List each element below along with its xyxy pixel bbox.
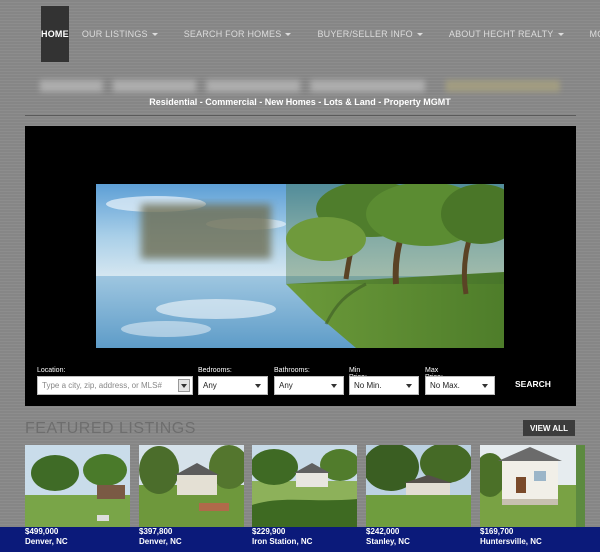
caret-down-icon [557, 32, 564, 36]
min-price-value: No Min. [354, 381, 382, 390]
location-label: Location: [37, 367, 66, 374]
listing-caption-5[interactable]: $169,700 Huntersville, NC [480, 527, 588, 547]
listing-location: Iron Station, NC [252, 537, 313, 546]
nav-home[interactable]: HOME [41, 6, 69, 62]
listing-price: $169,700 [480, 527, 514, 536]
listing-caption-3[interactable]: $229,900 Iron Station, NC [252, 527, 360, 547]
bedrooms-value: Any [203, 381, 217, 390]
chevron-down-icon [331, 384, 337, 388]
nav-our-listings[interactable]: OUR LISTINGS [69, 6, 171, 62]
bathrooms-select[interactable]: Any [274, 376, 344, 395]
max-price-select[interactable]: No Max. [425, 376, 495, 395]
hero-image [96, 184, 504, 348]
nav-search-for-homes[interactable]: SEARCH FOR HOMES [171, 6, 305, 62]
main-nav: HOME OUR LISTINGS SEARCH FOR HOMES BUYER… [41, 6, 600, 62]
divider [25, 115, 576, 116]
featured-listings-title: FEATURED LISTINGS [25, 420, 196, 437]
chevron-down-icon [482, 384, 488, 388]
listing-photo-5[interactable] [480, 445, 585, 527]
nav-more-label: MORE [589, 29, 600, 39]
listing-photo-3[interactable] [252, 445, 357, 527]
chevron-down-icon [255, 384, 261, 388]
location-input[interactable]: Type a city, zip, address, or MLS# [37, 376, 193, 395]
caret-down-icon [285, 32, 292, 36]
search-button[interactable]: SEARCH [515, 379, 551, 389]
tagline: Residential - Commercial - New Homes - L… [149, 97, 451, 107]
listing-photo-1[interactable] [25, 445, 130, 527]
bedrooms-label: Bedrooms: [198, 367, 232, 374]
nav-buyer-seller-info[interactable]: BUYER/SELLER INFO [304, 6, 435, 62]
listing-location: Stanley, NC [366, 537, 410, 546]
view-all-button[interactable]: VIEW ALL [523, 420, 575, 436]
listing-caption-1[interactable]: $499,000 Denver, NC [25, 527, 133, 547]
listing-location: Huntersville, NC [480, 537, 542, 546]
listing-caption-4[interactable]: $242,000 Stanley, NC [366, 527, 474, 547]
min-price-select[interactable]: No Min. [349, 376, 419, 395]
bathrooms-value: Any [279, 381, 293, 390]
nav-our-listings-label: OUR LISTINGS [81, 29, 148, 39]
contact-info-blurred [40, 80, 560, 92]
hero-landscape-image [96, 184, 504, 348]
listing-price: $499,000 [25, 527, 59, 536]
caret-down-icon [151, 32, 158, 36]
max-price-value: No Max. [430, 381, 460, 390]
nav-buyer-seller-info-label: BUYER/SELLER INFO [317, 29, 413, 39]
nav-about-label: ABOUT HECHT REALTY [448, 29, 554, 39]
listing-photo-4[interactable] [366, 445, 471, 527]
nav-search-for-homes-label: SEARCH FOR HOMES [183, 29, 282, 39]
listing-price: $242,000 [366, 527, 400, 536]
listing-caption-2[interactable]: $397,800 Denver, NC [139, 527, 247, 547]
nav-more[interactable]: MORE [577, 6, 600, 62]
nav-home-label: HOME [41, 29, 69, 39]
listing-location: Denver, NC [25, 537, 68, 546]
listing-location: Denver, NC [139, 537, 182, 546]
location-dropdown-icon[interactable] [178, 379, 190, 392]
bathrooms-label: Bathrooms: [274, 367, 310, 374]
chevron-down-icon [406, 384, 412, 388]
hero-banner: Location: Type a city, zip, address, or … [25, 126, 576, 406]
listing-price: $229,900 [252, 527, 286, 536]
nav-about[interactable]: ABOUT HECHT REALTY [436, 6, 577, 62]
caret-down-icon [416, 32, 423, 36]
location-placeholder: Type a city, zip, address, or MLS# [42, 381, 162, 390]
listing-price: $397,800 [139, 527, 173, 536]
bedrooms-select[interactable]: Any [198, 376, 268, 395]
listing-photo-2[interactable] [139, 445, 244, 527]
